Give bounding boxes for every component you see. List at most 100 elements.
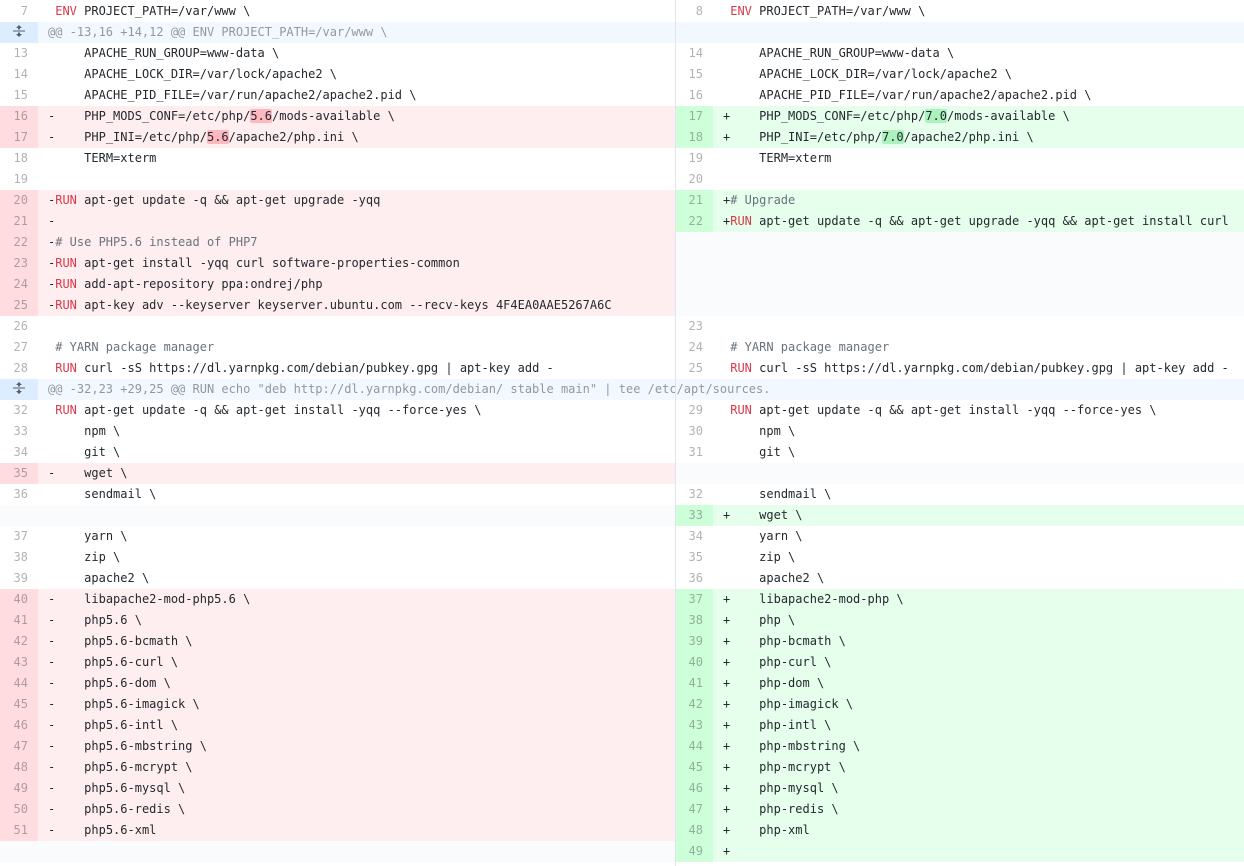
line-number[interactable] [675,463,713,484]
old-context-line: 38 zip \ [0,547,675,568]
line-number[interactable]: 39 [675,631,713,652]
line-number[interactable]: 29 [675,400,713,421]
line-number[interactable] [0,841,38,862]
diff-row: 32 RUN apt-get update -q && apt-get inst… [0,400,1244,421]
code-line: + php-mysql \ [713,778,1244,799]
line-number[interactable]: 48 [675,820,713,841]
diff-row: 7 ENV PROJECT_PATH=/var/www \ 8 ENV PROJE… [0,1,1244,22]
line-number[interactable]: 14 [675,43,713,64]
keyword-token: ENV [55,4,77,18]
line-number[interactable]: 23 [0,253,38,274]
line-number[interactable]: 21 [0,211,38,232]
line-number[interactable]: 38 [0,547,38,568]
line-number[interactable]: 39 [0,568,38,589]
line-number[interactable] [675,274,713,295]
line-number[interactable]: 17 [675,106,713,127]
line-number[interactable]: 17 [0,127,38,148]
line-number[interactable]: 20 [0,190,38,211]
line-number[interactable]: 49 [675,841,713,862]
line-number[interactable]: 13 [0,43,38,64]
line-number[interactable]: 41 [675,673,713,694]
code-line: RUN curl -sS https://dl.yarnpkg.com/debi… [38,358,675,379]
line-number[interactable]: 7 [0,1,38,22]
line-number[interactable]: 34 [675,526,713,547]
line-number[interactable] [675,232,713,253]
line-number[interactable]: 18 [0,148,38,169]
line-number[interactable]: 30 [675,421,713,442]
code-line: -# Use PHP5.6 instead of PHP7 [38,232,675,253]
line-number[interactable]: 51 [0,820,38,841]
line-number[interactable]: 33 [675,505,713,526]
line-number[interactable]: 34 [0,442,38,463]
line-number[interactable]: 15 [675,64,713,85]
line-number[interactable]: 35 [0,463,38,484]
split-diff-view: 7 ENV PROJECT_PATH=/var/www \ 8 ENV PROJE… [0,0,1244,866]
line-number[interactable]: 50 [0,799,38,820]
expand-context-button[interactable] [0,379,38,400]
line-number[interactable]: 40 [0,589,38,610]
line-number[interactable]: 19 [675,148,713,169]
line-number[interactable]: 27 [0,337,38,358]
diff-row: 37 yarn \ 34 yarn \ [0,526,1244,547]
keyword-token: RUN [730,361,752,375]
line-number[interactable]: 25 [0,295,38,316]
new-added-line: 38 + php \ [675,610,1244,631]
line-number[interactable]: 36 [0,484,38,505]
line-number[interactable]: 45 [0,694,38,715]
line-number[interactable]: 43 [0,652,38,673]
line-number[interactable]: 26 [0,316,38,337]
line-number[interactable]: 41 [0,610,38,631]
new-context-line: 36 apache2 \ [675,568,1244,589]
line-number[interactable]: 16 [0,106,38,127]
new-added-line: 43 + php-intl \ [675,715,1244,736]
line-number[interactable]: 22 [0,232,38,253]
line-number[interactable]: 23 [675,316,713,337]
line-number[interactable]: 18 [675,127,713,148]
diff-row: 35- wget \ [0,463,1244,484]
line-number[interactable]: 32 [0,400,38,421]
line-number[interactable]: 15 [0,85,38,106]
line-number[interactable]: 19 [0,169,38,190]
hunk-header: @@ -13,16 +14,12 @@ ENV PROJECT_PATH=/va… [48,25,388,39]
line-number[interactable]: 46 [0,715,38,736]
line-number[interactable]: 22 [675,211,713,232]
line-number[interactable]: 35 [675,547,713,568]
line-number[interactable]: 47 [675,799,713,820]
line-number[interactable]: 31 [675,442,713,463]
line-number[interactable]: 25 [675,358,713,379]
line-number[interactable] [0,505,38,526]
line-number[interactable]: 8 [675,1,713,22]
line-number[interactable]: 16 [675,85,713,106]
line-number[interactable]: 42 [0,631,38,652]
line-number[interactable]: 46 [675,778,713,799]
line-number[interactable] [675,295,713,316]
line-number[interactable]: 47 [0,736,38,757]
line-number[interactable]: 45 [675,757,713,778]
line-number[interactable]: 40 [675,652,713,673]
line-number[interactable]: 38 [675,610,713,631]
line-number[interactable]: 32 [675,484,713,505]
diff-row: 36 sendmail \ 32 sendmail \ [0,484,1244,505]
line-number[interactable] [675,253,713,274]
line-number[interactable]: 20 [675,169,713,190]
line-number[interactable]: 42 [675,694,713,715]
line-number[interactable]: 44 [0,673,38,694]
line-number[interactable]: 36 [675,568,713,589]
code-line: RUN apt-get update -q && apt-get install… [38,400,675,421]
old-deleted-line: 24 -RUN add-apt-repository ppa:ondrej/php [0,274,675,295]
line-number[interactable]: 49 [0,778,38,799]
line-number[interactable]: 24 [675,337,713,358]
line-number[interactable]: 21 [675,190,713,211]
line-number[interactable]: 33 [0,421,38,442]
line-number[interactable]: 37 [675,589,713,610]
line-number[interactable]: 14 [0,64,38,85]
line-number[interactable]: 48 [0,757,38,778]
code-line: RUN curl -sS https://dl.yarnpkg.com/debi… [713,358,1244,379]
line-number[interactable]: 24 [0,274,38,295]
line-number[interactable]: 37 [0,526,38,547]
expand-context-button[interactable] [0,22,38,43]
line-number[interactable]: 43 [675,715,713,736]
line-number[interactable]: 28 [0,358,38,379]
line-number[interactable]: 44 [675,736,713,757]
old-context-line: 28 RUN curl -sS https://dl.yarnpkg.com/d… [0,358,675,379]
